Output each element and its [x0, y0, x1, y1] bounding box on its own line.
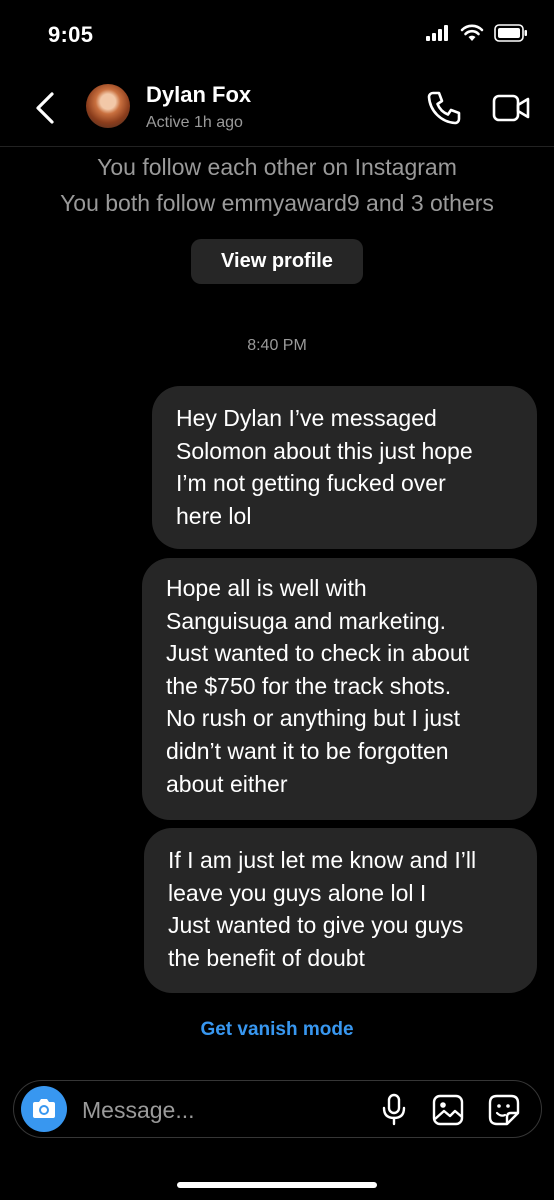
camera-icon: [33, 1099, 55, 1118]
chevron-left-icon: [36, 92, 54, 124]
view-profile-button[interactable]: View profile: [191, 239, 363, 284]
video-camera-icon: [492, 94, 530, 122]
message-text: Hope all is well with Sanguisuga and mar…: [166, 575, 470, 797]
message-input[interactable]: [80, 1089, 364, 1131]
chat-header: Dylan Fox Active 1h ago: [0, 70, 554, 147]
message-bubble[interactable]: Hope all is well with Sanguisuga and mar…: [142, 558, 537, 820]
voice-message-button[interactable]: [376, 1092, 412, 1128]
phone-icon: [427, 91, 461, 125]
video-call-button[interactable]: [490, 88, 532, 128]
sticker-icon: [488, 1094, 520, 1126]
message-composer: [13, 1080, 542, 1138]
message-text: If I am just let me know and I’ll leave …: [168, 847, 477, 971]
contact-name[interactable]: Dylan Fox: [146, 82, 251, 108]
vanish-mode-link[interactable]: Get vanish mode: [0, 1019, 554, 1041]
status-bar: 9:05: [0, 0, 554, 70]
microphone-icon: [382, 1093, 406, 1126]
avatar[interactable]: [86, 84, 130, 128]
signal-icon: [426, 25, 450, 46]
contact-status: Active 1h ago: [146, 114, 243, 131]
wifi-icon: [460, 24, 484, 47]
back-button[interactable]: [28, 88, 62, 128]
camera-button[interactable]: [21, 1086, 67, 1132]
audio-call-button[interactable]: [424, 88, 464, 128]
image-icon: [432, 1094, 464, 1126]
sticker-button[interactable]: [486, 1092, 522, 1128]
status-icons: [426, 24, 528, 47]
mutual-follow-text: You follow each other on Instagram: [97, 154, 457, 180]
message-bubble[interactable]: Hey Dylan I’ve messaged Solomon about th…: [152, 386, 537, 549]
message-timestamp: 8:40 PM: [247, 337, 307, 354]
battery-icon: [494, 24, 528, 47]
gallery-button[interactable]: [430, 1092, 466, 1128]
message-text: Hey Dylan I’ve messaged Solomon about th…: [176, 405, 473, 529]
status-time: 9:05: [48, 22, 94, 47]
mutual-followers-text: You both follow emmyaward9 and 3 others: [60, 190, 494, 216]
home-indicator: [177, 1182, 377, 1188]
message-bubble[interactable]: If I am just let me know and I’ll leave …: [144, 828, 537, 993]
